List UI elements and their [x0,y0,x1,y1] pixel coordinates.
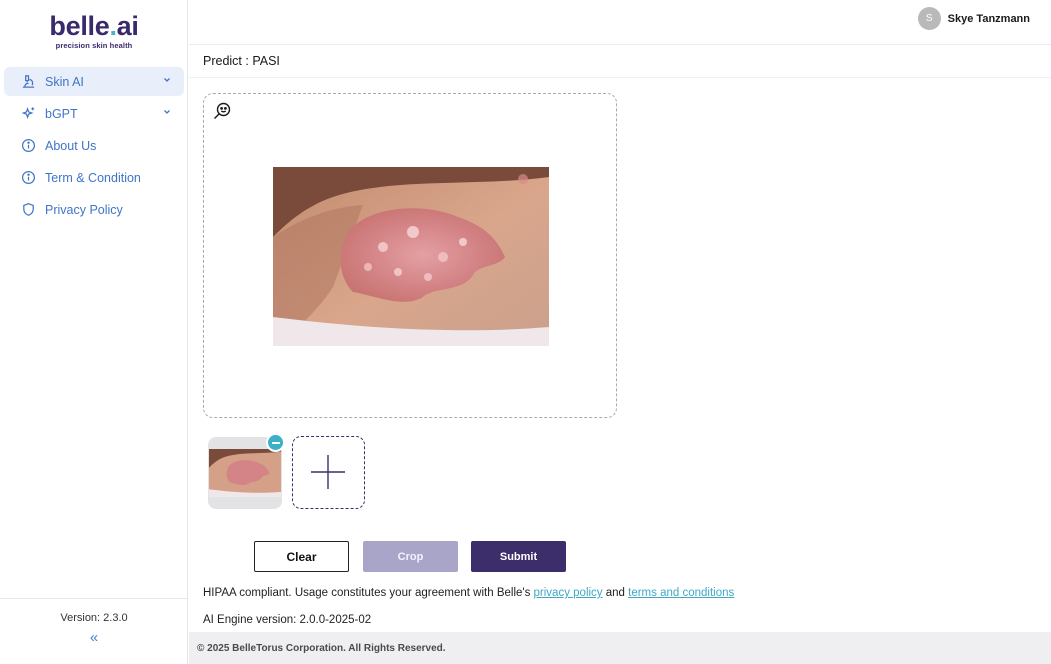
logo-wordmark: belle.ai [49,11,139,41]
sidebar-item-label: Skin AI [45,74,84,89]
sidebar-item-label: Term & Condition [45,170,141,185]
app-version: Version: 2.3.0 [60,612,128,624]
submit-button[interactable]: Submit [471,541,566,572]
page-title-bar: Predict : PASI [189,45,1051,78]
info-icon [20,138,36,154]
sidebar-item-bgpt[interactable]: bGPT [4,99,184,128]
skin-image-preview [273,167,549,346]
plus-icon [311,455,345,489]
sidebar-footer: Version: 2.3.0 « [0,598,188,664]
ai-engine-version: AI Engine version: 2.0.0-2025-02 [203,614,372,626]
brand-logo[interactable]: belle.ai precision skin health [0,12,188,50]
image-dropzone[interactable] [203,93,617,418]
sidebar: belle.ai precision skin health Skin AI b… [0,0,188,664]
add-image-button[interactable] [292,436,365,509]
app-root: belle.ai precision skin health Skin AI b… [0,0,1051,664]
page-footer: © 2025 BelleTorus Corporation. All Right… [189,632,1051,664]
page-title: Predict : PASI [203,54,280,68]
sidebar-nav: Skin AI bGPT About Us Term & Condition P… [4,67,184,227]
hipaa-notice: HIPAA compliant. Usage constitutes your … [203,587,734,599]
chevron-down-icon [164,78,170,82]
sidebar-item-skin-ai[interactable]: Skin AI [4,67,184,96]
thumbnail-image [209,449,281,497]
sidebar-item-label: bGPT [45,106,78,121]
chevron-down-icon [164,110,170,114]
user-name: Skye Tanzmann [947,12,1030,25]
collapse-sidebar-button[interactable]: « [0,629,188,646]
hipaa-and: and [602,587,629,599]
remove-image-button[interactable] [266,433,285,452]
info-icon [20,170,36,186]
clear-button[interactable]: Clear [254,541,349,572]
privacy-policy-link[interactable]: privacy policy [534,587,603,599]
shield-icon [20,202,36,218]
sparkle-icon [20,106,36,122]
top-header: S Skye Tanzmann [189,0,1051,45]
terms-conditions-link[interactable]: terms and conditions [628,587,734,599]
avatar: S [917,7,941,30]
sidebar-item-label: About Us [45,138,97,153]
microscope-icon [20,74,36,90]
hipaa-text: HIPAA compliant. Usage constitutes your … [203,587,534,599]
zoom-icon[interactable] [212,101,232,121]
crop-button[interactable]: Crop [363,541,458,572]
sidebar-item-label: Privacy Policy [45,202,123,217]
user-menu[interactable]: S Skye Tanzmann [917,7,1030,30]
sidebar-item-term-condition[interactable]: Term & Condition [4,163,184,192]
logo-tagline: precision skin health [55,41,133,50]
sidebar-item-privacy-policy[interactable]: Privacy Policy [4,195,184,224]
minus-icon [271,441,280,444]
copyright-text: © 2025 BelleTorus Corporation. All Right… [197,643,446,654]
sidebar-item-about-us[interactable]: About Us [4,131,184,160]
